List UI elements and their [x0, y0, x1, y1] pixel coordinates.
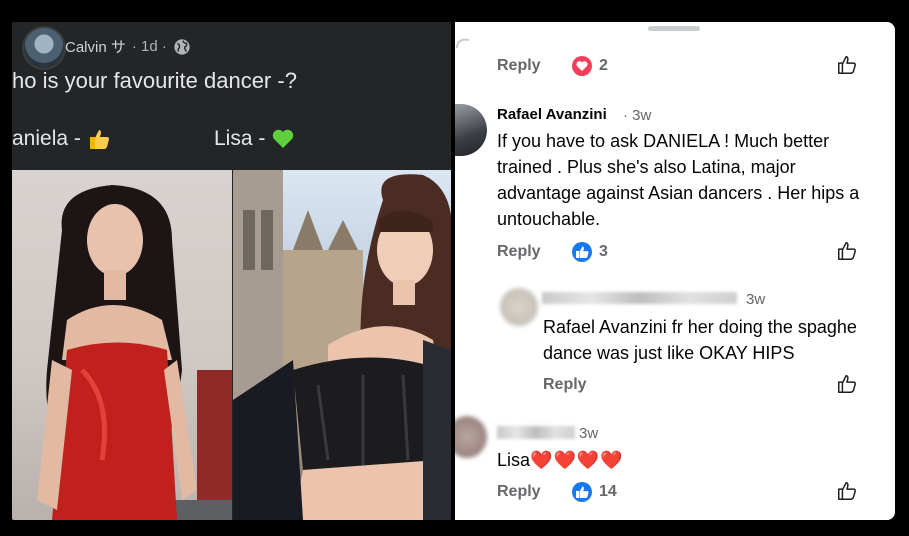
commenter-avatar[interactable] [455, 416, 487, 458]
like-reaction-icon [572, 242, 592, 262]
comment-time: 3w [746, 291, 766, 308]
redacted-name [542, 292, 737, 304]
option-daniela-label: aniela - [12, 127, 81, 150]
commenter-name[interactable]: Rafael Avanzini [497, 106, 607, 123]
option-daniela: aniela - [12, 127, 111, 151]
photo-lisa-art [233, 170, 451, 520]
thread-line-icon [456, 38, 470, 49]
like-reaction-icon [572, 482, 592, 502]
reaction-count[interactable]: 2 [571, 55, 608, 77]
like-icon[interactable] [836, 54, 858, 76]
comment-line-1: Rafael Avanzini fr her doing the spaghe [543, 317, 857, 337]
comment-text-word: Lisa [497, 450, 531, 470]
thumbs-up-icon [89, 130, 109, 149]
drag-handle[interactable] [648, 26, 700, 31]
reaction-number: 3 [599, 243, 608, 260]
option-lisa: Lisa - [214, 127, 295, 151]
love-reaction-icon [572, 56, 592, 76]
green-heart-icon [273, 129, 294, 148]
commenter-avatar[interactable] [500, 288, 538, 326]
globe-icon [174, 38, 190, 55]
reply-button[interactable]: Reply [497, 57, 541, 75]
option-lisa-label: Lisa - [214, 127, 266, 150]
comment-line-2: trained . Plus she's also Latina, major [497, 157, 796, 177]
reaction-count[interactable]: 3 [571, 241, 608, 263]
comment-time: 3w [579, 425, 599, 442]
reaction-count[interactable]: 14 [571, 481, 617, 503]
author-name[interactable]: Calvin サ [65, 36, 126, 57]
redacted-name [497, 426, 575, 439]
comment-line-1: If you have to ask DANIELA ! Much better [497, 131, 830, 151]
photo-daniela-art [37, 185, 232, 520]
author-avatar[interactable] [22, 26, 66, 70]
comment-line-2: dance was just like OKAY HIPS [543, 343, 795, 363]
post-question: ho is your favourite dancer -? [12, 68, 297, 93]
comment-text: Lisa❤️❤️❤️❤️ [497, 447, 624, 473]
post-header: Calvin サ · 1d · [65, 36, 191, 57]
reaction-number: 14 [599, 483, 617, 500]
hearts-emoji: ❤️❤️❤️❤️ [530, 450, 624, 470]
reply-button[interactable]: Reply [497, 243, 541, 261]
comment-line-4: untouchable. [497, 209, 601, 229]
photo-daniela[interactable] [12, 170, 232, 520]
photo-lisa[interactable] [233, 170, 451, 520]
post-screenshot: Calvin サ · 1d · ho is your favourite dan… [12, 22, 451, 520]
reaction-number: 2 [599, 57, 608, 74]
comments-screenshot: Reply 2 Rafael Avanzini · 3w If you have… [455, 22, 895, 520]
commenter-avatar[interactable] [455, 104, 487, 156]
like-icon[interactable] [836, 480, 858, 502]
comment-line-3: advantage against Asian dancers . Her hi… [497, 183, 860, 203]
like-icon[interactable] [836, 240, 858, 262]
like-icon[interactable] [836, 373, 858, 395]
reply-button[interactable]: Reply [543, 376, 587, 394]
comment-time: · 3w [623, 107, 652, 124]
reply-button[interactable]: Reply [497, 483, 541, 501]
post-time: · 1d · [131, 38, 167, 55]
